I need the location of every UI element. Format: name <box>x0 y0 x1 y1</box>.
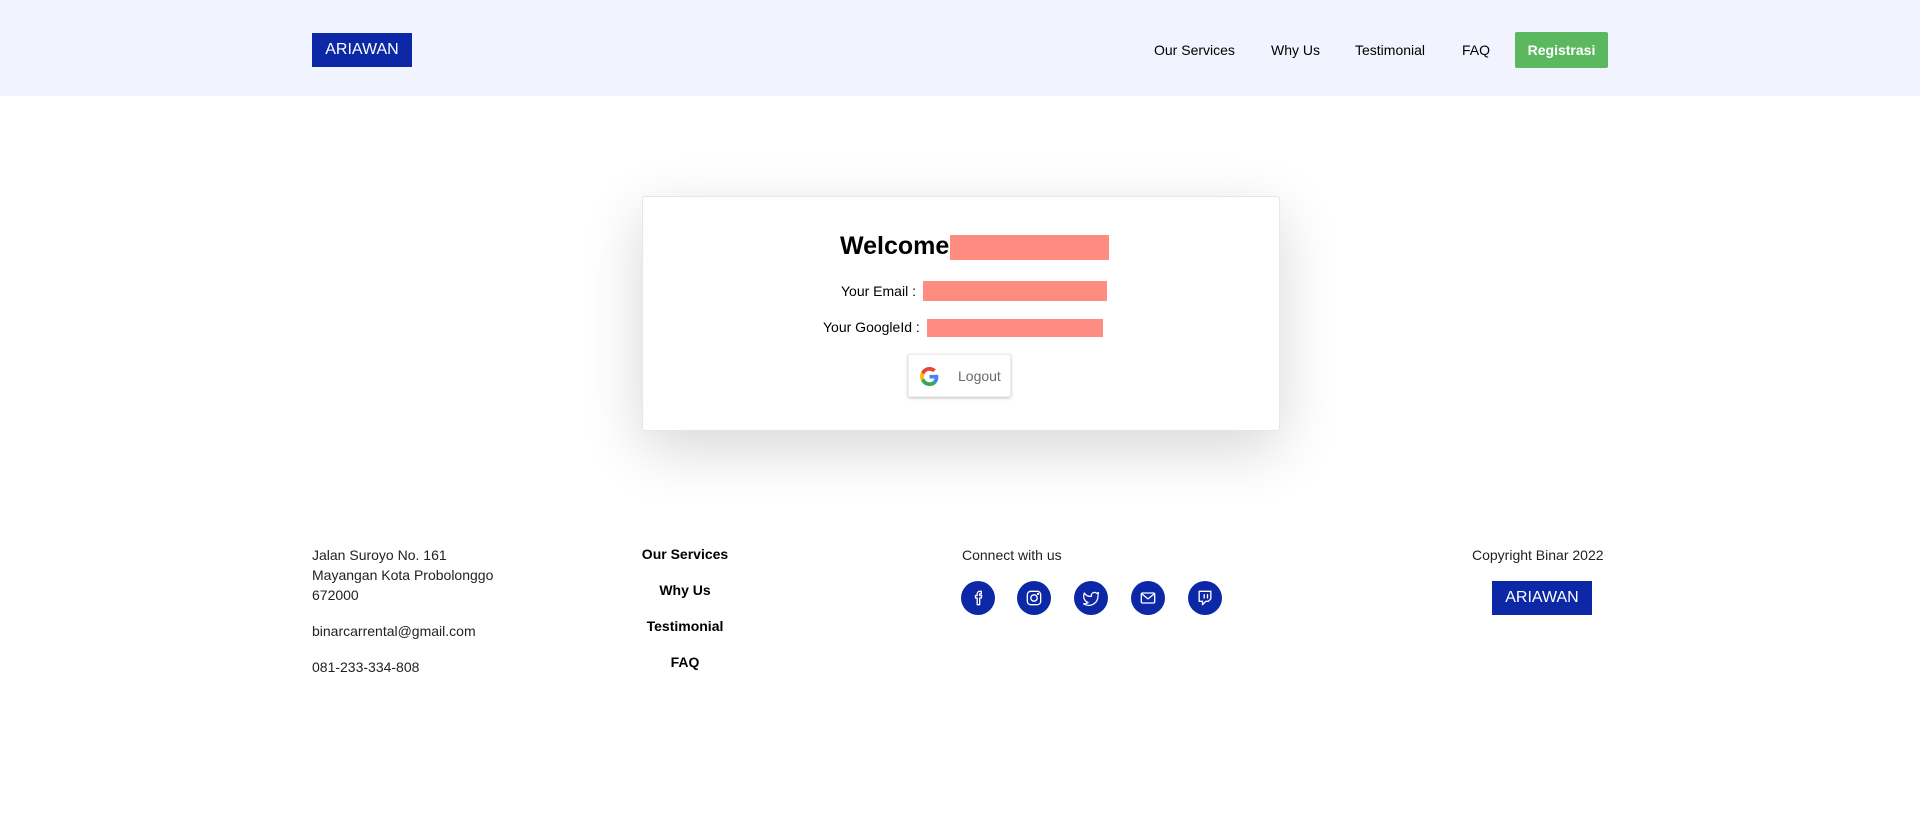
footer-address-line1: Jalan Suroyo No. 161 <box>312 547 447 563</box>
redacted-googleid <box>927 319 1103 337</box>
header-bar <box>0 0 1920 96</box>
footer-address-line2: Mayangan Kota Probolonggo <box>312 567 494 583</box>
logout-label: Logout <box>958 368 1001 384</box>
nav-our-services[interactable]: Our Services <box>1154 42 1235 58</box>
footer-link-testimonial[interactable]: Testimonial <box>647 618 724 634</box>
nav-faq[interactable]: FAQ <box>1462 42 1490 58</box>
footer-logo[interactable]: ARIAWAN <box>1492 581 1592 615</box>
footer-link-why-us[interactable]: Why Us <box>659 582 710 598</box>
header-logo[interactable]: ARIAWAN <box>312 33 412 67</box>
welcome-heading: Welcome <box>840 232 950 260</box>
email-label: Your Email : <box>841 283 916 299</box>
twitch-icon[interactable] <box>1188 581 1222 615</box>
logout-button[interactable]: Logout <box>908 354 1011 397</box>
facebook-icon[interactable] <box>961 581 995 615</box>
redacted-email <box>923 281 1107 301</box>
googleid-label: Your GoogleId : <box>823 319 920 335</box>
footer-address-line3: 672000 <box>312 587 359 603</box>
instagram-icon[interactable] <box>1017 581 1051 615</box>
footer-link-faq[interactable]: FAQ <box>671 654 700 670</box>
register-button[interactable]: Registrasi <box>1515 32 1608 68</box>
nav-testimonial[interactable]: Testimonial <box>1355 42 1425 58</box>
footer-link-our-services[interactable]: Our Services <box>642 546 728 562</box>
mail-icon[interactable] <box>1131 581 1165 615</box>
footer-copyright: Copyright Binar 2022 <box>1472 547 1604 563</box>
twitter-icon[interactable] <box>1074 581 1108 615</box>
google-icon <box>920 367 939 386</box>
footer-phone: 081-233-334-808 <box>312 659 420 675</box>
footer-connect-label: Connect with us <box>962 547 1062 563</box>
nav-why-us[interactable]: Why Us <box>1271 42 1320 58</box>
redacted-name <box>950 235 1109 260</box>
footer-email: binarcarrental@gmail.com <box>312 623 476 639</box>
